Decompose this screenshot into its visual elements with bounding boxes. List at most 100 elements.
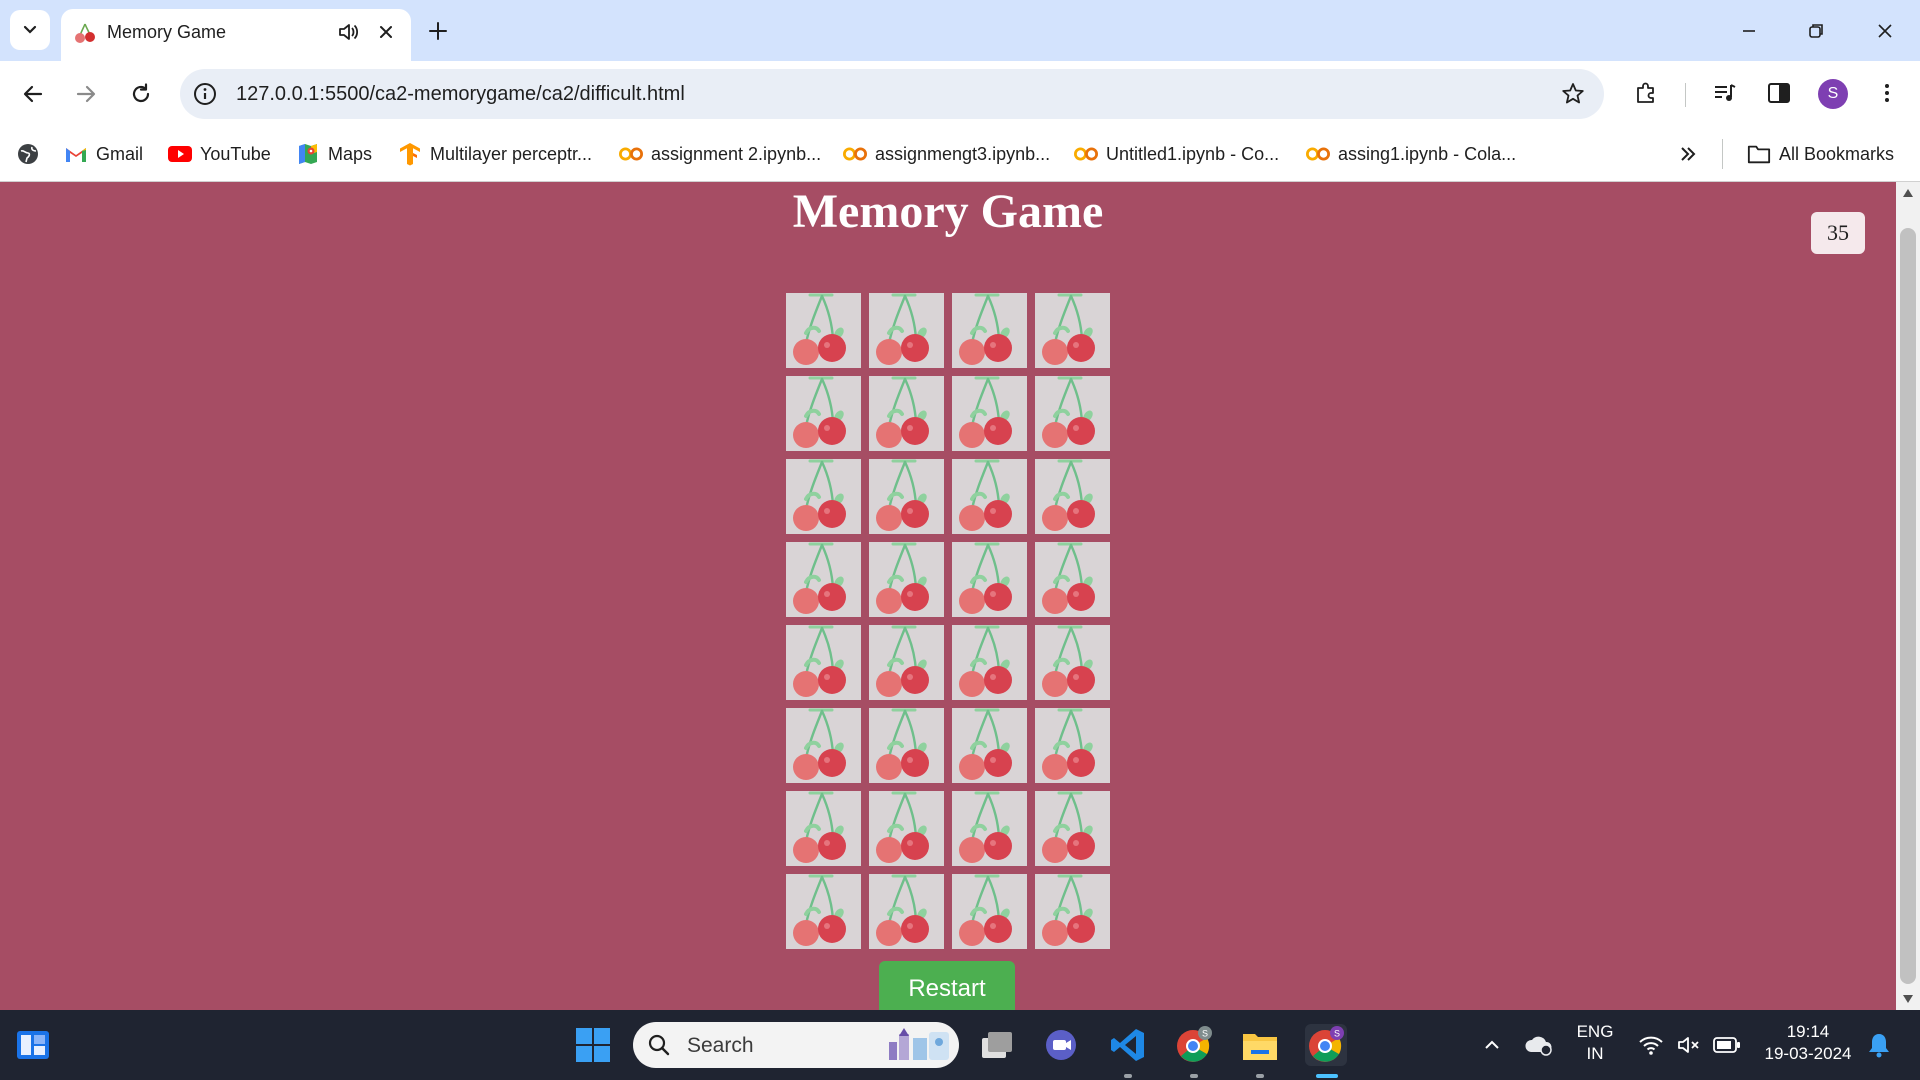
vscode-button[interactable] — [1107, 1024, 1149, 1066]
onedrive-button[interactable] — [1518, 1024, 1560, 1066]
memory-card[interactable] — [952, 708, 1027, 783]
memory-card[interactable] — [1035, 293, 1110, 368]
memory-card[interactable] — [952, 791, 1027, 866]
back-button[interactable] — [15, 76, 51, 112]
cherry-icon — [876, 376, 929, 448]
task-view-button[interactable] — [976, 1024, 1018, 1066]
cherry-icon — [959, 625, 1012, 697]
site-info-icon[interactable] — [192, 81, 218, 107]
triangle-down-icon — [1903, 995, 1913, 1003]
memory-card[interactable] — [786, 293, 861, 368]
forward-button[interactable] — [68, 76, 104, 112]
memory-card[interactable] — [952, 874, 1027, 949]
url-text[interactable]: 127.0.0.1:5500/ca2-memorygame/ca2/diffic… — [236, 83, 685, 106]
new-tab-icon[interactable] — [424, 17, 452, 45]
memory-card[interactable] — [1035, 542, 1110, 617]
cherry-icon — [1042, 459, 1095, 531]
profile-avatar[interactable]: S — [1818, 79, 1848, 109]
restore-icon — [1809, 24, 1823, 38]
tab-memory-game[interactable]: Memory Game — [61, 9, 411, 61]
minimize-button[interactable] — [1732, 14, 1766, 48]
all-bookmarks-button[interactable]: All Bookmarks — [1747, 141, 1894, 167]
memory-card[interactable] — [1035, 625, 1110, 700]
bookmark-maps[interactable]: Maps — [296, 141, 372, 167]
bookmark-gmail[interactable]: Gmail — [64, 141, 143, 167]
memory-card[interactable] — [1035, 708, 1110, 783]
memory-card[interactable] — [952, 293, 1027, 368]
memory-card[interactable] — [869, 542, 944, 617]
file-explorer-button[interactable] — [1239, 1024, 1281, 1066]
bookmark-star-icon[interactable] — [1560, 81, 1586, 107]
memory-card[interactable] — [1035, 874, 1110, 949]
scroll-up-button[interactable] — [1896, 182, 1920, 204]
memory-card[interactable] — [869, 293, 944, 368]
start-button[interactable] — [572, 1024, 614, 1066]
memory-card[interactable] — [869, 874, 944, 949]
memory-card[interactable] — [869, 459, 944, 534]
apps-shortcut[interactable] — [16, 141, 48, 167]
speaker-icon[interactable] — [335, 19, 361, 45]
chrome-menu-button[interactable] — [1871, 77, 1903, 109]
network-button[interactable] — [1630, 1024, 1672, 1066]
bookmark-label: YouTube — [200, 143, 271, 164]
memory-card[interactable] — [786, 874, 861, 949]
scroll-thumb[interactable] — [1900, 228, 1916, 984]
page-scrollbar[interactable] — [1896, 182, 1920, 1010]
youtube-icon — [168, 142, 192, 166]
bookmark-multilayer[interactable]: Multilayer perceptr... — [398, 141, 592, 167]
bookmark-colab-assignment3[interactable]: assignmengt3.ipynb... — [843, 141, 1050, 167]
show-hidden-icons-button[interactable] — [1471, 1024, 1513, 1066]
cherry-icon — [876, 459, 929, 531]
memory-card[interactable] — [1035, 459, 1110, 534]
extensions-button[interactable] — [1630, 77, 1662, 109]
cherry-icon — [959, 708, 1012, 780]
tab-search-button[interactable] — [10, 10, 50, 50]
memory-card[interactable] — [952, 542, 1027, 617]
chrome-profile-button[interactable]: S — [1173, 1024, 1215, 1066]
widgets-button[interactable] — [12, 1024, 54, 1066]
maps-icon — [296, 142, 320, 166]
scroll-down-button[interactable] — [1896, 988, 1920, 1010]
reload-button[interactable] — [123, 76, 159, 112]
restore-button[interactable] — [1799, 14, 1833, 48]
memory-card[interactable] — [786, 791, 861, 866]
volume-button[interactable] — [1668, 1024, 1710, 1066]
speaker-muted-icon — [1678, 1037, 1699, 1053]
media-controls-button[interactable] — [1709, 77, 1741, 109]
taskbar-search-box[interactable]: Search — [633, 1022, 959, 1068]
cherry-icon — [876, 874, 929, 946]
bookmarks-overflow-button[interactable] — [1677, 141, 1699, 167]
memory-card[interactable] — [952, 376, 1027, 451]
cherry-icon — [793, 459, 846, 531]
cherry-icon — [1042, 708, 1095, 780]
memory-card[interactable] — [869, 625, 944, 700]
teams-meet-button[interactable] — [1041, 1024, 1083, 1066]
clock[interactable]: 19:14 19-03-2024 — [1756, 1021, 1860, 1065]
memory-card[interactable] — [1035, 791, 1110, 866]
notifications-button[interactable] — [1858, 1024, 1900, 1066]
close-window-button[interactable] — [1868, 14, 1902, 48]
language-indicator[interactable]: ENG IN — [1568, 1021, 1622, 1065]
address-bar[interactable]: 127.0.0.1:5500/ca2-memorygame/ca2/diffic… — [180, 69, 1604, 119]
memory-card[interactable] — [786, 708, 861, 783]
windows-logo-icon — [576, 1028, 610, 1062]
memory-card[interactable] — [786, 542, 861, 617]
side-panel-button[interactable] — [1763, 77, 1795, 109]
tab-close-icon[interactable] — [375, 21, 397, 43]
memory-card[interactable] — [786, 625, 861, 700]
bookmark-colab-assing1[interactable]: assing1.ipynb - Cola... — [1306, 141, 1516, 167]
memory-card[interactable] — [869, 708, 944, 783]
memory-card[interactable] — [952, 625, 1027, 700]
memory-card[interactable] — [952, 459, 1027, 534]
bookmark-colab-untitled1[interactable]: Untitled1.ipynb - Co... — [1074, 141, 1279, 167]
bookmark-youtube[interactable]: YouTube — [168, 141, 271, 167]
memory-card[interactable] — [869, 791, 944, 866]
battery-button[interactable] — [1706, 1024, 1748, 1066]
chrome-active-button[interactable]: S — [1305, 1024, 1347, 1066]
memory-card[interactable] — [786, 459, 861, 534]
memory-card[interactable] — [1035, 376, 1110, 451]
memory-card[interactable] — [786, 376, 861, 451]
bookmark-colab-assignment2[interactable]: assignment 2.ipynb... — [619, 141, 821, 167]
memory-card[interactable] — [869, 376, 944, 451]
restart-button[interactable]: Restart — [879, 961, 1015, 1010]
